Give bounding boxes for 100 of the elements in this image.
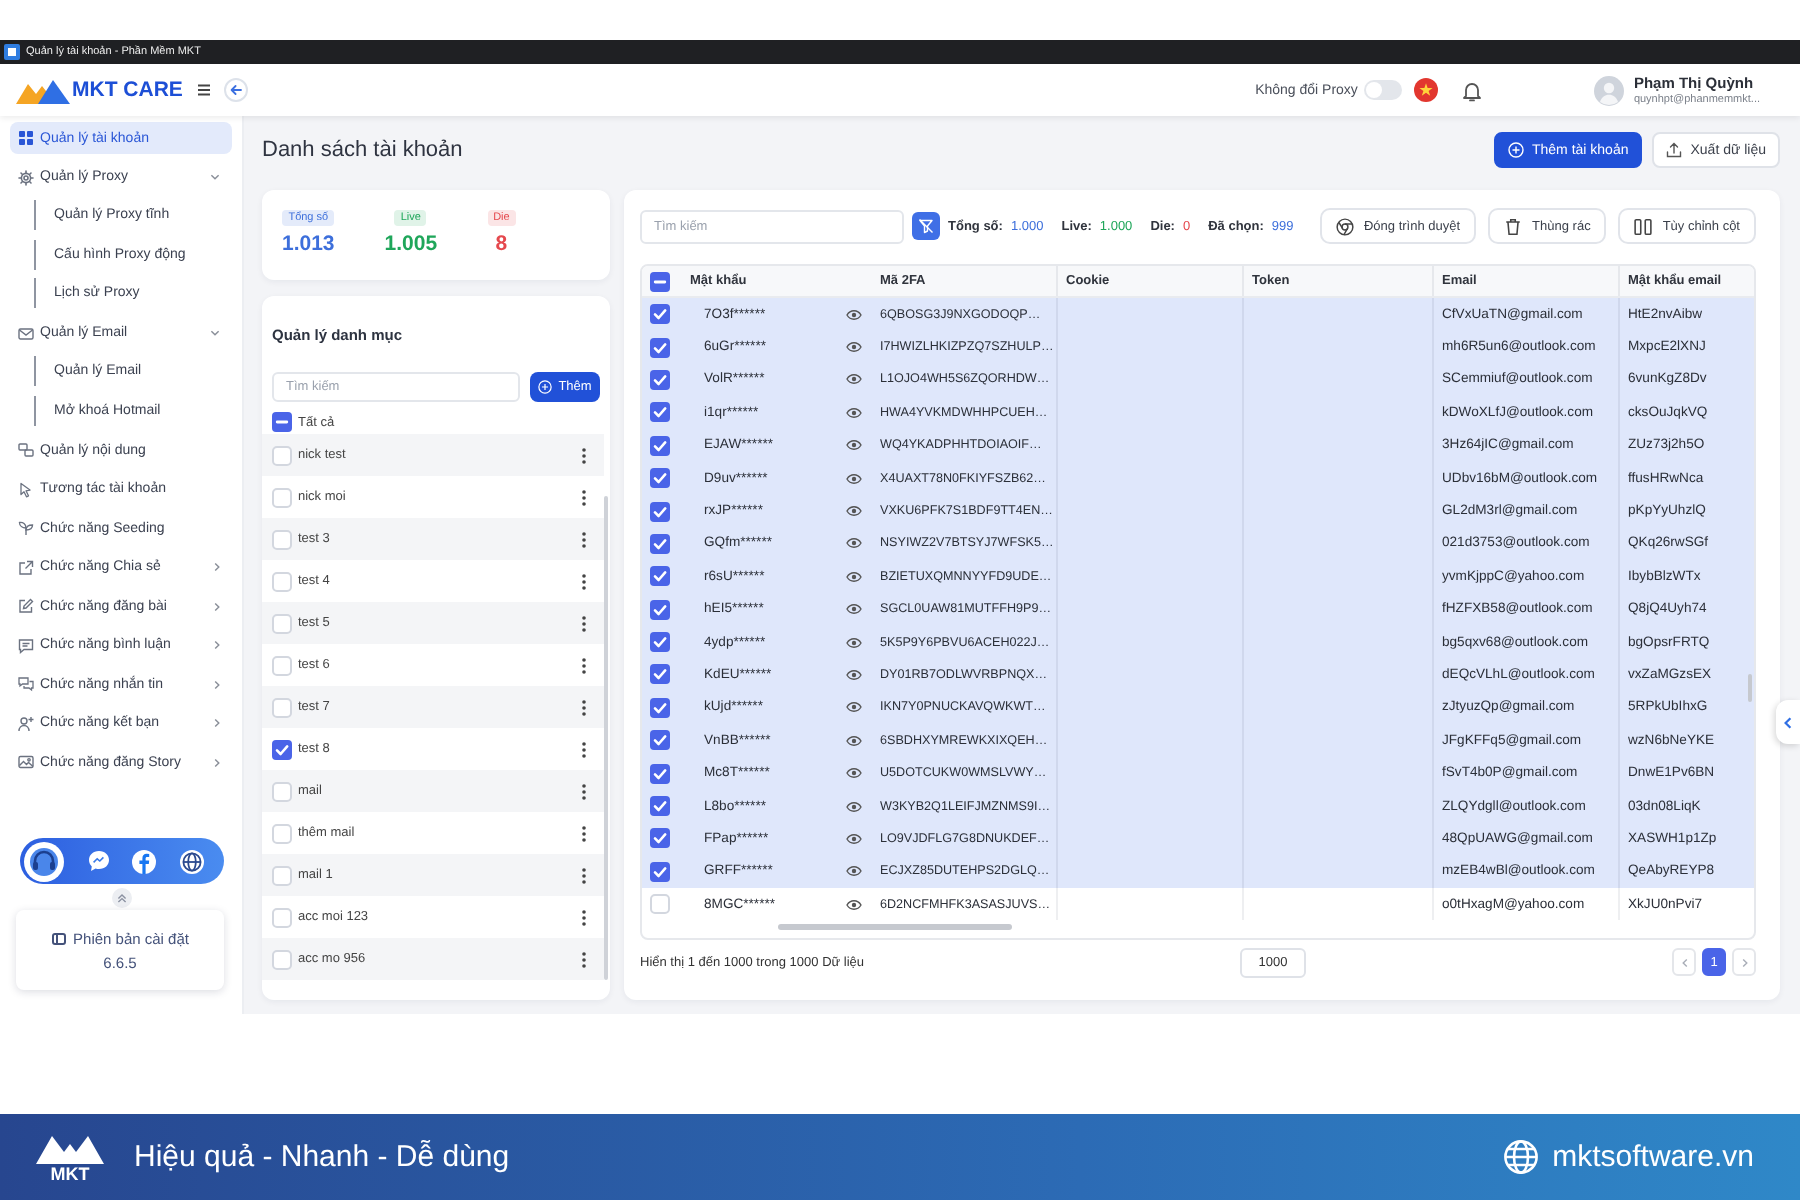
- arrow-left-icon: [230, 84, 243, 96]
- checkbox[interactable]: [649, 632, 669, 653]
- eye-icon[interactable]: [846, 440, 862, 451]
- eye-icon[interactable]: [846, 833, 862, 844]
- columns-icon: [1634, 217, 1653, 235]
- logo-text: MKT: [50, 1165, 90, 1183]
- checkbox[interactable]: [649, 304, 669, 325]
- menu-icon[interactable]: [198, 84, 211, 96]
- bell-icon[interactable]: [1461, 79, 1482, 101]
- chat-icon: [18, 676, 34, 692]
- eye-icon[interactable]: [846, 866, 862, 877]
- eye-icon[interactable]: [846, 604, 862, 615]
- add-user-icon: [18, 715, 34, 731]
- checkbox[interactable]: [272, 487, 292, 507]
- trash-icon: [1504, 217, 1523, 235]
- side-panel-toggle[interactable]: [1776, 700, 1800, 744]
- pointer-icon: [18, 481, 34, 497]
- checkbox[interactable]: [649, 402, 669, 423]
- clear-filter-button[interactable]: [912, 212, 940, 240]
- mail-icon: [18, 325, 34, 341]
- checkbox[interactable]: [272, 781, 292, 801]
- checkbox[interactable]: [272, 739, 292, 759]
- checkbox[interactable]: [649, 337, 669, 358]
- globe-icon: [1504, 1140, 1539, 1174]
- eye-icon[interactable]: [846, 506, 862, 517]
- collapse-button[interactable]: [224, 78, 249, 102]
- app-icon: [4, 44, 20, 60]
- checkbox[interactable]: [272, 655, 292, 675]
- checkbox[interactable]: [649, 533, 669, 554]
- headset-icon[interactable]: [24, 841, 64, 881]
- checkbox[interactable]: [649, 796, 669, 817]
- checkbox[interactable]: [272, 865, 292, 885]
- checkbox[interactable]: [272, 445, 292, 465]
- image-icon: [18, 754, 34, 770]
- plus-circle-icon: [538, 380, 553, 394]
- chevron-left-icon: [1784, 715, 1792, 729]
- eye-icon[interactable]: [846, 538, 862, 549]
- scrollbar-thumb[interactable]: [604, 496, 608, 980]
- filter-off-icon: [918, 218, 934, 234]
- checkbox[interactable]: [272, 613, 292, 633]
- eye-icon[interactable]: [846, 342, 862, 353]
- eye-icon[interactable]: [846, 669, 862, 680]
- checkbox[interactable]: [649, 501, 669, 522]
- eye-icon[interactable]: [846, 637, 862, 648]
- share-icon: [18, 559, 34, 575]
- eye-icon[interactable]: [846, 899, 862, 910]
- checkbox[interactable]: [272, 412, 292, 432]
- scrollbar-thumb[interactable]: [1748, 674, 1752, 702]
- eye-icon[interactable]: [846, 702, 862, 713]
- plus-circle-icon: [1507, 142, 1524, 158]
- website-text: mktsoftware.vn: [1552, 1140, 1754, 1174]
- edit-icon: [18, 598, 34, 614]
- checkbox[interactable]: [272, 907, 292, 927]
- eye-icon[interactable]: [846, 407, 862, 418]
- eye-icon[interactable]: [846, 309, 862, 320]
- stat-value: 1.005: [384, 232, 438, 256]
- checkbox[interactable]: [649, 435, 669, 456]
- checkbox[interactable]: [649, 894, 669, 915]
- gear-icon: [18, 169, 34, 185]
- eye-icon[interactable]: [846, 801, 862, 812]
- checkbox[interactable]: [649, 369, 669, 390]
- stat-value: 1.013: [282, 232, 335, 256]
- checkbox[interactable]: [272, 571, 292, 591]
- checkbox[interactable]: [649, 566, 669, 587]
- scrollbar-thumb[interactable]: [778, 924, 1012, 931]
- eye-icon[interactable]: [846, 473, 862, 484]
- checkbox[interactable]: [649, 697, 669, 718]
- facebook-icon[interactable]: [132, 849, 156, 873]
- layers-icon: [18, 442, 34, 458]
- eye-icon[interactable]: [846, 571, 862, 582]
- checkbox[interactable]: [272, 949, 292, 969]
- checkbox[interactable]: [649, 861, 669, 882]
- sprout-icon: [18, 520, 34, 536]
- chevron-up-icon[interactable]: [111, 888, 131, 908]
- checkbox[interactable]: [649, 664, 669, 685]
- upload-icon: [1666, 142, 1683, 158]
- chat-bubble-icon[interactable]: [88, 850, 110, 872]
- checkbox[interactable]: [272, 697, 292, 717]
- flag-icon[interactable]: [1413, 78, 1438, 102]
- globe-icon[interactable]: [180, 849, 204, 873]
- checkbox[interactable]: [649, 599, 669, 620]
- chevron-left-icon: [1681, 957, 1687, 968]
- eye-icon[interactable]: [846, 768, 862, 779]
- checkbox[interactable]: [272, 823, 292, 843]
- logo-icon: [16, 76, 70, 104]
- checkbox[interactable]: [649, 468, 669, 489]
- browser-icon: [1335, 217, 1354, 235]
- checkbox[interactable]: [649, 828, 669, 849]
- checkbox[interactable]: [649, 763, 669, 784]
- panel-icon: [51, 931, 66, 945]
- stat-value: 8: [495, 232, 508, 256]
- checkbox[interactable]: [649, 271, 669, 291]
- eye-icon[interactable]: [846, 735, 862, 746]
- tagline: Hiệu quả - Nhanh - Dễ dùng: [134, 1140, 510, 1174]
- logo-text: MKT CARE: [72, 78, 183, 102]
- eye-icon[interactable]: [846, 374, 862, 385]
- checkbox[interactable]: [272, 529, 292, 549]
- checkbox[interactable]: [649, 730, 669, 751]
- toggle-switch[interactable]: [1363, 80, 1402, 100]
- logo-icon: [36, 1131, 104, 1163]
